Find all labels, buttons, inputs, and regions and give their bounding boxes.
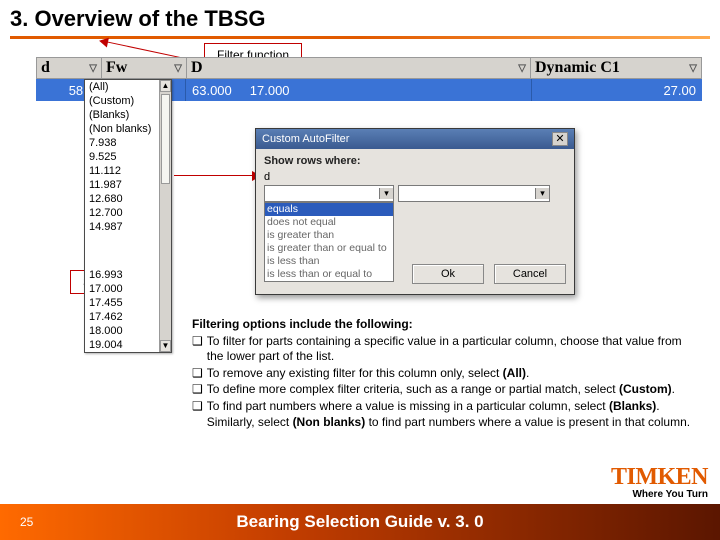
bullet-icon: ❑ <box>192 366 203 382</box>
list-item[interactable]: equals <box>265 203 393 216</box>
col-label: Dynamic C1 <box>535 59 620 77</box>
slide-content: Filter function Sort function d▽ Fw▽ D▽ … <box>0 43 720 483</box>
filter-dropdown[interactable]: (All) (Custom) (Blanks) (Non blanks) 7.9… <box>84 79 172 353</box>
brand-logo: TIMKEN Where You Turn <box>611 467 708 500</box>
col-label: D <box>191 59 203 77</box>
bullet-text: To find part numbers where a value is mi… <box>207 399 700 430</box>
footer-bar: 25 Bearing Selection Guide v. 3. 0 <box>0 504 720 540</box>
cell: 63.00017.000 <box>186 79 532 101</box>
sort-filter-icon[interactable]: ▽ <box>689 63 697 74</box>
list-item[interactable]: is greater than <box>265 229 393 242</box>
dialog-title: Custom AutoFilter <box>262 133 349 145</box>
list-item[interactable]: does not equal <box>265 216 393 229</box>
cancel-button[interactable]: Cancel <box>494 264 566 284</box>
dialog-showrows-label: Show rows where: <box>264 155 566 167</box>
title-rule <box>10 36 710 39</box>
bullet-icon: ❑ <box>192 334 203 365</box>
sort-filter-icon[interactable]: ▽ <box>174 63 182 74</box>
bullet-text: To filter for parts containing a specifi… <box>207 334 700 365</box>
list-item[interactable]: is less than <box>265 255 393 268</box>
chevron-down-icon[interactable]: ▾ <box>535 188 549 199</box>
logo-tagline: Where You Turn <box>611 489 708 500</box>
scroll-up-icon[interactable]: ▲ <box>160 80 171 92</box>
scrollbar-thumb[interactable] <box>161 94 170 184</box>
dialog-titlebar[interactable]: Custom AutoFilter ✕ <box>256 129 574 149</box>
bullet-icon: ❑ <box>192 382 203 398</box>
bullet-text: To define more complex filter criteria, … <box>207 382 675 398</box>
arrow <box>174 175 264 176</box>
autofilter-dialog: Custom AutoFilter ✕ Show rows where: d ▾… <box>255 128 575 295</box>
bullet-icon: ❑ <box>192 399 203 430</box>
grid-header-row: d▽ Fw▽ D▽ Dynamic C1▽ <box>36 57 702 79</box>
ok-button[interactable]: Ok <box>412 264 484 284</box>
chevron-down-icon[interactable]: ▾ <box>379 188 393 199</box>
list-item[interactable]: is greater than or equal to <box>265 242 393 255</box>
slide-number: 25 <box>20 515 33 529</box>
dialog-field-label: d <box>264 171 566 183</box>
col-header-d[interactable]: d▽ <box>37 58 102 78</box>
sort-filter-icon[interactable]: ▽ <box>89 63 97 74</box>
col-header-dynamic-c1[interactable]: Dynamic C1 ▽ <box>531 58 701 78</box>
condition-combobox[interactable]: ▾ <box>264 185 394 202</box>
footer-title: Bearing Selection Guide v. 3. 0 <box>236 512 483 532</box>
sort-filter-icon[interactable]: ▽ <box>518 63 526 74</box>
col-label: Fw <box>106 59 127 77</box>
explain-heading: Filtering options include the following: <box>192 317 700 333</box>
col-label: d <box>41 59 50 77</box>
condition-combobox-list[interactable]: equals does not equal is greater than is… <box>264 202 394 282</box>
explanation-text: Filtering options include the following:… <box>192 317 700 430</box>
scrollbar[interactable]: ▲ ▼ <box>159 80 171 352</box>
logo-name: TIMKEN <box>611 467 708 489</box>
list-item[interactable]: is less than or equal to <box>265 268 393 281</box>
col-header-fw[interactable]: Fw ▽ <box>102 58 187 78</box>
close-icon[interactable]: ✕ <box>552 132 568 146</box>
scroll-down-icon[interactable]: ▼ <box>160 340 171 352</box>
value-combobox[interactable]: ▾ <box>398 185 550 202</box>
page-title: 3. Overview of the TBSG <box>10 6 710 32</box>
cell: 27.00 <box>532 79 702 101</box>
bullet-text: To remove any existing filter for this c… <box>207 366 530 382</box>
col-header-dynamic[interactable]: D▽ <box>187 58 531 78</box>
